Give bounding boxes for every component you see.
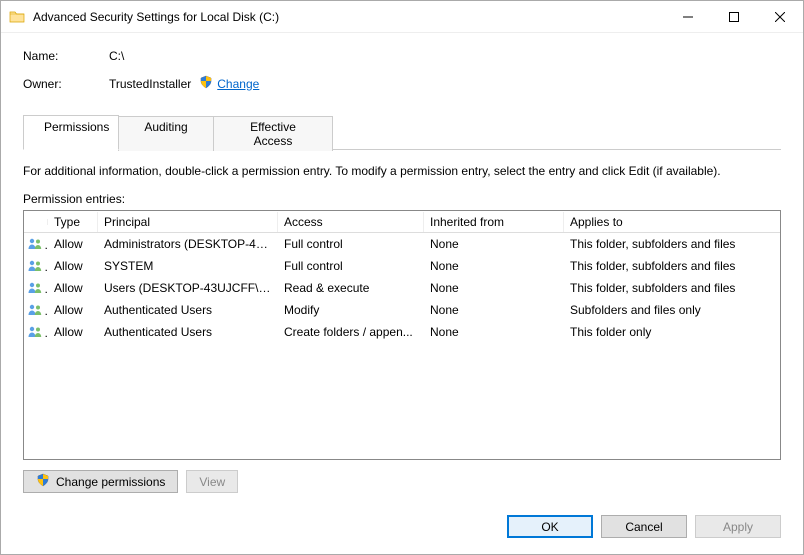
cell-type: Allow	[48, 235, 98, 253]
col-icon[interactable]	[24, 219, 48, 225]
maximize-button[interactable]	[711, 2, 757, 32]
cell-applies: This folder, subfolders and files	[564, 235, 780, 253]
col-type[interactable]: Type	[48, 212, 98, 232]
titlebar: Advanced Security Settings for Local Dis…	[1, 1, 803, 33]
cell-type: Allow	[48, 257, 98, 275]
cell-inherited: None	[424, 235, 564, 253]
col-access[interactable]: Access	[278, 212, 424, 232]
table-row[interactable]: AllowAdministrators (DESKTOP-43U...Full …	[24, 233, 780, 255]
col-applies[interactable]: Applies to	[564, 212, 780, 232]
cell-principal: Administrators (DESKTOP-43U...	[98, 235, 278, 253]
tab-auditing[interactable]: Auditing	[118, 116, 214, 151]
cell-inherited: None	[424, 301, 564, 319]
cancel-button[interactable]: Cancel	[601, 515, 687, 538]
cell-type: Allow	[48, 301, 98, 319]
cell-access: Full control	[278, 257, 424, 275]
cell-type: Allow	[48, 279, 98, 297]
cell-inherited: None	[424, 323, 564, 341]
dialog-buttons: OK Cancel Apply	[1, 505, 803, 554]
shield-icon	[36, 473, 50, 490]
window-title: Advanced Security Settings for Local Dis…	[33, 10, 279, 24]
view-button: View	[186, 470, 238, 493]
name-value: C:\	[109, 49, 124, 63]
cell-principal: Authenticated Users	[98, 323, 278, 341]
minimize-button[interactable]	[665, 2, 711, 32]
owner-row: Owner: TrustedInstaller Change	[23, 75, 781, 92]
change-owner-link[interactable]: Change	[217, 77, 259, 91]
table-row[interactable]: AllowUsers (DESKTOP-43UJCFF\Use...Read &…	[24, 277, 780, 299]
close-button[interactable]	[757, 2, 803, 32]
owner-value: TrustedInstaller	[109, 77, 191, 91]
permissions-grid[interactable]: Type Principal Access Inherited from App…	[23, 210, 781, 460]
cell-inherited: None	[424, 257, 564, 275]
cell-access: Modify	[278, 301, 424, 319]
users-icon	[24, 279, 48, 298]
tab-permissions[interactable]: Permissions	[23, 115, 119, 150]
instruction-text: For additional information, double-click…	[23, 164, 781, 178]
cell-applies: This folder, subfolders and files	[564, 257, 780, 275]
owner-label: Owner:	[23, 77, 109, 91]
tab-effective-access[interactable]: Effective Access	[213, 116, 333, 151]
tab-body: For additional information, double-click…	[23, 149, 781, 493]
table-row[interactable]: AllowAuthenticated UsersCreate folders /…	[24, 321, 780, 343]
change-permissions-label: Change permissions	[56, 475, 165, 489]
cell-applies: Subfolders and files only	[564, 301, 780, 319]
cell-principal: Users (DESKTOP-43UJCFF\Use...	[98, 279, 278, 297]
cell-inherited: None	[424, 279, 564, 297]
entries-label: Permission entries:	[23, 192, 781, 206]
shield-icon	[199, 75, 213, 92]
view-label: View	[199, 475, 225, 489]
users-icon	[24, 235, 48, 254]
users-icon	[24, 323, 48, 342]
change-permissions-button[interactable]: Change permissions	[23, 470, 178, 493]
name-row: Name: C:\	[23, 49, 781, 63]
cell-type: Allow	[48, 323, 98, 341]
col-inherited[interactable]: Inherited from	[424, 212, 564, 232]
cell-applies: This folder only	[564, 323, 780, 341]
grid-header: Type Principal Access Inherited from App…	[24, 211, 780, 233]
ok-button[interactable]: OK	[507, 515, 593, 538]
cell-principal: SYSTEM	[98, 257, 278, 275]
cell-applies: This folder, subfolders and files	[564, 279, 780, 297]
advanced-security-window: Advanced Security Settings for Local Dis…	[0, 0, 804, 555]
cell-principal: Authenticated Users	[98, 301, 278, 319]
users-icon	[24, 301, 48, 320]
users-icon	[24, 257, 48, 276]
apply-button: Apply	[695, 515, 781, 538]
cell-access: Full control	[278, 235, 424, 253]
folder-icon	[9, 9, 25, 25]
table-row[interactable]: AllowSYSTEMFull controlNoneThis folder, …	[24, 255, 780, 277]
grid-button-row: Change permissions View	[23, 470, 781, 493]
cell-access: Create folders / appen...	[278, 323, 424, 341]
col-principal[interactable]: Principal	[98, 212, 278, 232]
tab-strip: Permissions Auditing Effective Access	[23, 114, 781, 149]
cell-access: Read & execute	[278, 279, 424, 297]
table-row[interactable]: AllowAuthenticated UsersModifyNoneSubfol…	[24, 299, 780, 321]
name-label: Name:	[23, 49, 109, 63]
content-area: Name: C:\ Owner: TrustedInstaller Change…	[1, 33, 803, 505]
